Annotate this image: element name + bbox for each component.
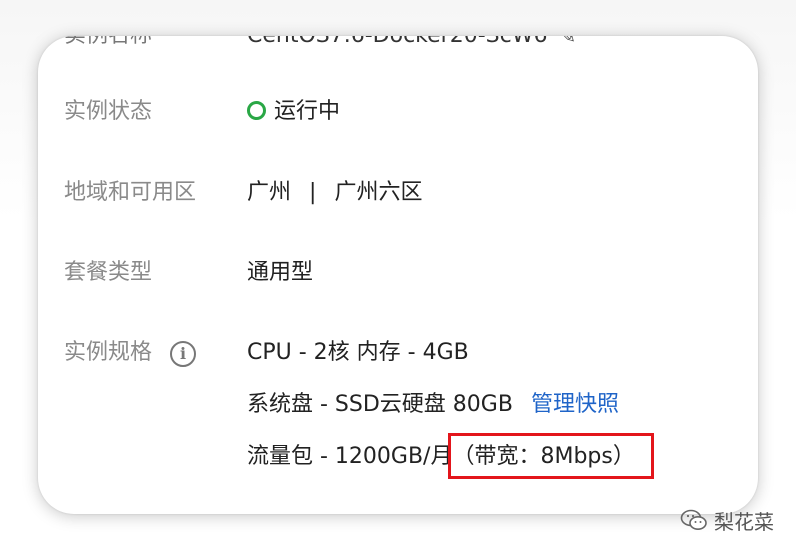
status-running-icon <box>247 100 266 120</box>
package-type-label: 套餐类型 <box>64 260 153 285</box>
instance-spec-label: 实例规格 <box>64 340 153 365</box>
bandwidth-highlight-box <box>448 433 654 479</box>
system-disk-value: 系统盘 - SSD云硬盘 80GB 管理快照 <box>247 389 619 421</box>
instance-name-label: 实例名称 <box>64 36 152 52</box>
watermark-text: 梨花菜 <box>714 509 774 534</box>
region-label: 地域和可用区 <box>64 180 197 205</box>
region-row: 地域和可用区 广州 | 广州六区 <box>38 177 758 209</box>
edit-icon[interactable]: ✎ <box>559 36 576 52</box>
system-disk-row: 系统盘 - SSD云硬盘 80GB 管理快照 <box>38 389 758 421</box>
instance-name-value: CentOS7.6-Docker20-ScW6 ✎ <box>247 36 576 52</box>
instance-name-text: CentOS7.6-Docker20-ScW6 <box>247 36 547 48</box>
instance-info-card: 实例名称 CentOS7.6-Docker20-ScW6 ✎ 实例状态 运行中 地… <box>38 36 758 514</box>
package-type-row: 套餐类型 通用型 <box>38 257 758 289</box>
instance-status-label: 实例状态 <box>64 99 153 124</box>
region-name: 广州 <box>247 180 292 205</box>
system-disk-text: 系统盘 - SSD云硬盘 80GB <box>247 392 513 417</box>
instance-spec-row: 实例规格 i CPU - 2核 内存 - 4GB <box>38 337 758 369</box>
instance-name-row: 实例名称 CentOS7.6-Docker20-ScW6 ✎ <box>38 36 758 52</box>
region-value: 广州 | 广州六区 <box>247 177 422 209</box>
package-type-value: 通用型 <box>247 260 314 285</box>
instance-status-value: 运行中 <box>247 96 340 128</box>
region-separator: | <box>309 180 317 205</box>
zone-name: 广州六区 <box>334 180 423 205</box>
status-text: 运行中 <box>274 99 341 124</box>
cpu-memory-value: CPU - 2核 内存 - 4GB <box>247 340 469 365</box>
watermark: 梨花菜 <box>680 505 774 535</box>
wechat-icon <box>680 509 707 530</box>
instance-status-row: 实例状态 运行中 <box>38 96 758 128</box>
info-circle-icon[interactable]: i <box>170 341 196 367</box>
manage-snapshot-link[interactable]: 管理快照 <box>531 392 619 417</box>
traffic-text: 流量包 - 1200GB/月 <box>247 444 453 469</box>
